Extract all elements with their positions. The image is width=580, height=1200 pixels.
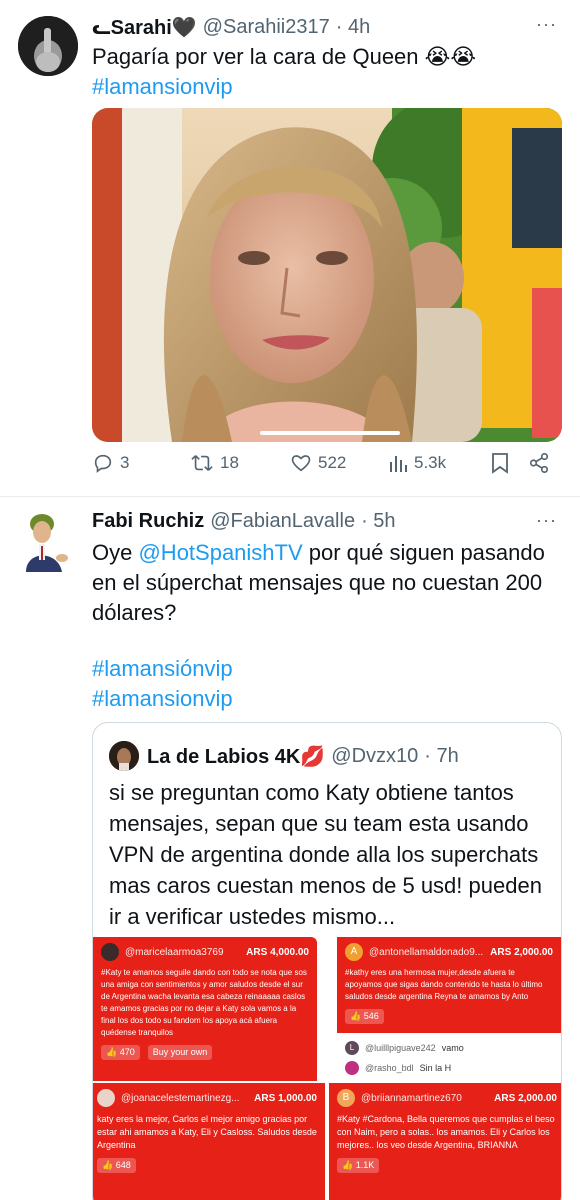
superchat-avatar: A: [345, 943, 363, 961]
avatar[interactable]: [18, 510, 70, 572]
superchat-likes: 👍 1.1K: [337, 1158, 380, 1173]
superchat-likes: 👍 648: [97, 1158, 136, 1173]
display-name[interactable]: Fabi Ruchiz: [92, 510, 204, 533]
hashtag-link[interactable]: #lamansionvip: [92, 72, 233, 102]
superchat-card: @maricelaarmoa3769 ARS 4,000.00 #Katy te…: [93, 937, 317, 1081]
reply-button[interactable]: 3: [92, 452, 129, 474]
chat-user: @luilllpiguave242: [365, 1043, 436, 1053]
bookmark-button[interactable]: [490, 452, 510, 474]
hashtag-link[interactable]: #lamansionvip: [92, 684, 233, 714]
reply-icon: [94, 454, 112, 473]
superchat-message: #Katy te amamos seguile dando con todo s…: [101, 968, 307, 1037]
like-button[interactable]: 522: [290, 452, 346, 474]
views-count: 5.3k: [414, 453, 447, 472]
chat-avatar: L: [345, 1041, 359, 1055]
like-count: 522: [318, 453, 347, 472]
buy-label: Buy your own: [152, 1047, 208, 1057]
mention-link[interactable]: @HotSpanishTV: [138, 540, 302, 565]
divider: [0, 496, 580, 497]
superchat-message: #kathy eres una hermosa mujer,desde afue…: [345, 968, 543, 1001]
superchat-amount: ARS 2,000.00: [490, 946, 553, 958]
superchat-card: B @briiannamartinez670 ARS 2,000.00 #Kat…: [329, 1083, 561, 1200]
handle[interactable]: @Dvzx10: [331, 745, 418, 768]
more-icon[interactable]: ···: [536, 510, 557, 531]
like-count: 1.1K: [355, 1160, 375, 1170]
like-count: 470: [119, 1047, 135, 1057]
views-icon: [390, 456, 407, 472]
chat-msg: Sin la H: [419, 1063, 452, 1073]
share-button[interactable]: [528, 452, 550, 474]
chat-user: @rasho_bdl: [365, 1063, 414, 1073]
handle[interactable]: @FabianLavalle: [210, 510, 355, 533]
superchat-avatar: B: [337, 1089, 355, 1107]
quoted-tweet[interactable]: La de Labios 4K💋 @Dvzx10 · 7h si se preg…: [92, 722, 562, 1200]
superchat-avatar: [101, 943, 119, 961]
superchat-card: A @antonellamaldonado9... ARS 2,000.00 #…: [337, 937, 561, 1033]
timestamp[interactable]: · 4h: [336, 16, 370, 39]
superchat-likes: 👍 546: [345, 1009, 384, 1024]
retweet-icon: [191, 455, 213, 471]
display-name[interactable]: La de Labios 4K💋: [147, 744, 325, 769]
superchat-amount: ARS 4,000.00: [246, 946, 309, 958]
tweet-text-intro: Oye: [92, 540, 139, 565]
timestamp[interactable]: · 5h: [361, 510, 395, 533]
timestamp[interactable]: · 7h: [424, 745, 458, 768]
superchat-avatar: [97, 1089, 115, 1107]
superchat-user: @antonellamaldonado9...: [369, 946, 484, 958]
tweet-sarahi[interactable]: ᓚSarahi🖤 @Sarahii2317 · 4h ··· Pagaría p…: [0, 0, 580, 494]
share-icon: [529, 453, 549, 473]
superchat-amount: ARS 2,000.00: [494, 1092, 557, 1104]
like-count: 648: [115, 1160, 131, 1170]
handle[interactable]: @Sarahii2317: [203, 16, 330, 39]
like-count: 546: [363, 1011, 379, 1021]
more-icon[interactable]: ···: [536, 14, 557, 35]
tweet-video[interactable]: [92, 108, 562, 442]
display-name[interactable]: ᓚSarahi🖤: [92, 15, 197, 40]
avatar[interactable]: [18, 16, 78, 76]
superchat-user: @briiannamartinez670: [361, 1092, 462, 1104]
chat-line: @rasho_bdl Sin la H: [345, 1061, 451, 1075]
retweet-button[interactable]: 18: [190, 452, 239, 474]
views-button[interactable]: 5.3k: [388, 452, 446, 474]
chat-msg: vamo: [441, 1043, 464, 1053]
superchat-message: #Katy #Cardona, Bella queremos que cumpl…: [337, 1114, 555, 1150]
chat-line: L @luilllpiguave242 vamo: [345, 1041, 464, 1055]
superchat-user: @joanacelestemartinezg...: [121, 1092, 240, 1104]
buy-your-own-button: Buy your own: [147, 1045, 213, 1060]
quoted-text: si se preguntan como Katy obtiene tantos…: [109, 780, 542, 929]
retweet-count: 18: [220, 453, 239, 472]
superchat-amount: ARS 1,000.00: [254, 1092, 317, 1104]
tweet-actions: 3 18 522 5.3k: [92, 452, 562, 486]
hashtag-link[interactable]: #lamansiónvip: [92, 654, 233, 684]
avatar[interactable]: [109, 741, 139, 771]
like-icon: [291, 455, 311, 472]
tweet-text: Pagaría por ver la cara de Queen 😭😭: [92, 44, 477, 69]
tweet-text: Oye @HotSpanishTV por qué siguen pasando…: [92, 538, 562, 628]
superchat-screenshot[interactable]: @maricelaarmoa3769 ARS 4,000.00 #Katy te…: [93, 937, 561, 1200]
superchat-card: @joanacelestemartinezg... ARS 1,000.00 k…: [93, 1083, 325, 1200]
superchat-message: katy eres la mejor, Carlos el mejor amig…: [97, 1114, 317, 1150]
chat-avatar: [345, 1061, 359, 1075]
reply-count: 3: [120, 453, 130, 472]
superchat-user: @maricelaarmoa3769: [125, 946, 224, 958]
bookmark-icon: [492, 453, 508, 474]
superchat-likes: 👍 470: [101, 1045, 140, 1060]
